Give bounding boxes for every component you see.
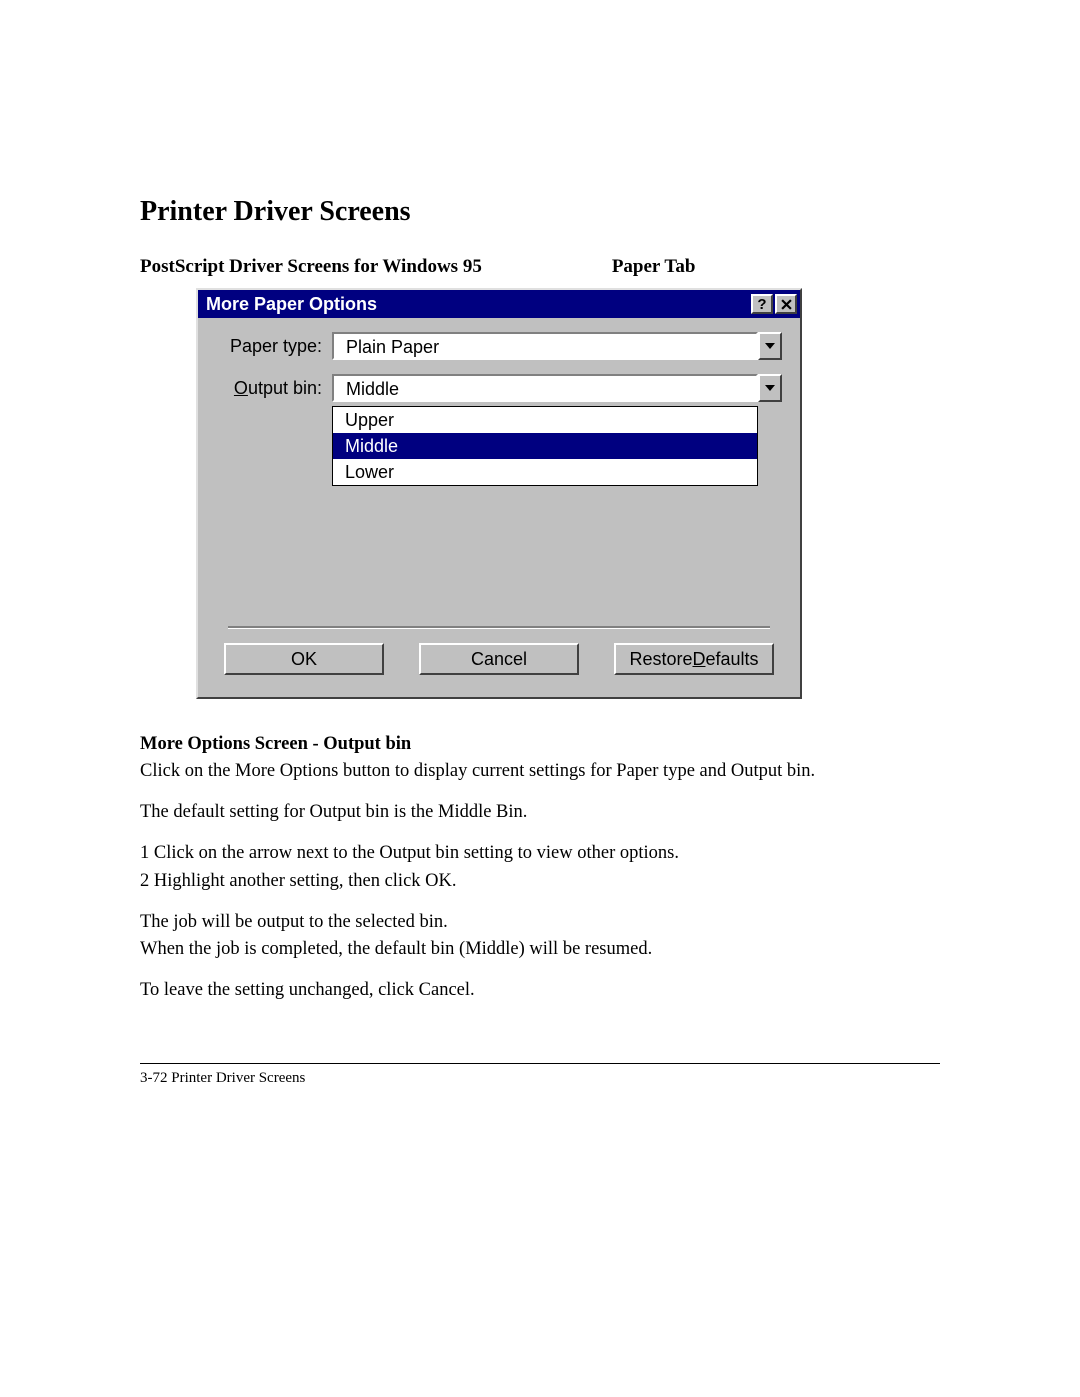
ok-button[interactable]: OK [224, 643, 384, 675]
page-footer: 3-72 Printer Driver Screens [140, 1063, 940, 1087]
output-bin-label: Output bin: [216, 378, 332, 399]
subheading-left: PostScript Driver Screens for Windows 95 [140, 256, 482, 278]
paragraph: 2 Highlight another setting, then click … [140, 870, 940, 893]
footer-rule [140, 1063, 940, 1064]
paragraph: Click on the More Options button to disp… [140, 760, 940, 783]
close-button[interactable] [775, 294, 797, 314]
caption: More Options Screen - Output bin [140, 733, 940, 756]
list-item[interactable]: Upper [333, 407, 757, 433]
dialog-titlebar: More Paper Options ? [198, 290, 800, 318]
paper-type-row: Paper type: Plain Paper [216, 332, 782, 360]
chevron-down-icon [765, 343, 775, 349]
output-bin-dropdown-button[interactable] [758, 374, 782, 402]
help-button[interactable]: ? [751, 294, 773, 314]
output-bin-option-list[interactable]: Upper Middle Lower [332, 406, 758, 486]
paper-type-value: Plain Paper [332, 332, 758, 360]
chevron-down-icon [765, 385, 775, 391]
question-icon: ? [757, 297, 766, 312]
footer-text: 3-72 Printer Driver Screens [140, 1070, 940, 1087]
paragraph: 1 Click on the arrow next to the Output … [140, 842, 940, 865]
list-item[interactable]: Lower [333, 459, 757, 485]
more-paper-options-dialog: More Paper Options ? Paper type: Plain P… [196, 288, 802, 699]
paper-type-dropdown-button[interactable] [758, 332, 782, 360]
page-title: Printer Driver Screens [140, 196, 940, 228]
paragraph: To leave the setting unchanged, click Ca… [140, 979, 940, 1002]
body-text: More Options Screen - Output bin Click o… [140, 733, 940, 1002]
paragraph: The default setting for Output bin is th… [140, 801, 940, 824]
output-bin-combo[interactable]: Middle [332, 374, 782, 402]
output-bin-value: Middle [332, 374, 758, 402]
paragraph: When the job is completed, the default b… [140, 938, 940, 961]
paper-type-label: Paper type: [216, 336, 332, 357]
dialog-title: More Paper Options [206, 294, 749, 315]
restore-defaults-button[interactable]: Restore Defaults [614, 643, 774, 675]
cancel-button[interactable]: Cancel [419, 643, 579, 675]
dialog-button-row: OK Cancel Restore Defaults [216, 643, 782, 679]
subheading-right: Paper Tab [612, 256, 696, 278]
paper-type-combo[interactable]: Plain Paper [332, 332, 782, 360]
list-item[interactable]: Middle [333, 433, 757, 459]
close-icon [781, 299, 792, 310]
separator [228, 626, 770, 629]
subheading-row: PostScript Driver Screens for Windows 95… [140, 256, 940, 278]
output-bin-row: Output bin: Middle [216, 374, 782, 402]
paragraph: The job will be output to the selected b… [140, 911, 940, 934]
